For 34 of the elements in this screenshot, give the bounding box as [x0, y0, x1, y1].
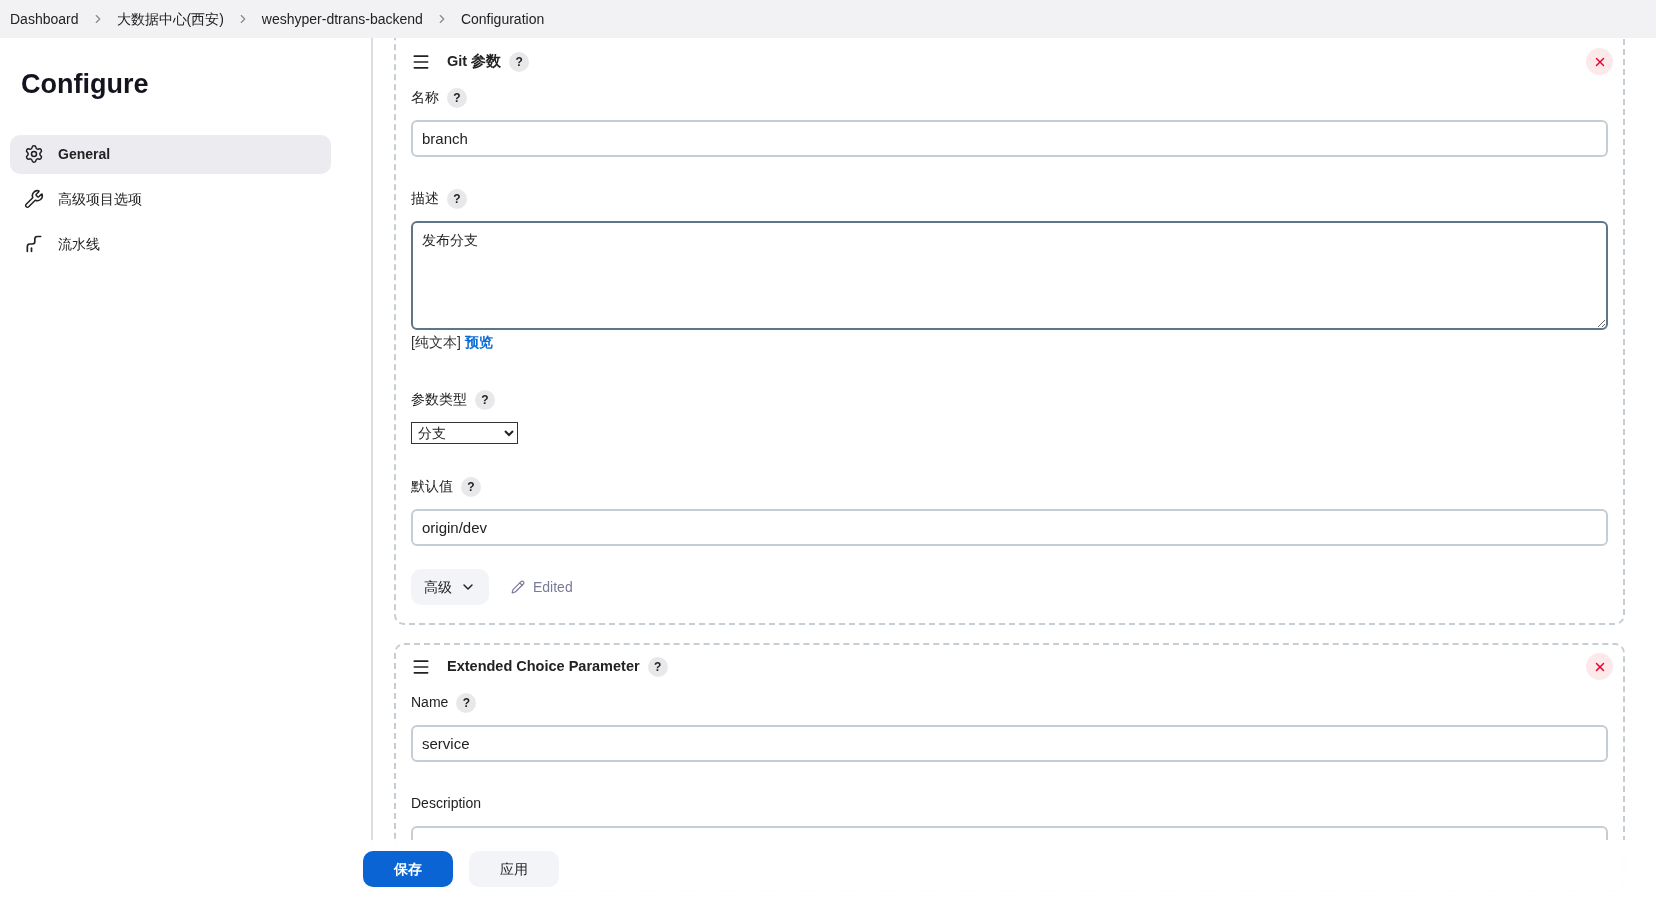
- field-label: 名称: [411, 88, 439, 107]
- field-label: 参数类型: [411, 390, 467, 409]
- save-button[interactable]: 保存: [363, 851, 453, 887]
- help-button[interactable]: ?: [447, 188, 467, 209]
- field-label: 描述: [411, 189, 439, 208]
- breadcrumb-link[interactable]: weshyper-dtrans-backend: [261, 8, 423, 30]
- text-field[interactable]: branch: [411, 120, 1608, 157]
- breadcrumb-link[interactable]: 大数据中心(西安): [116, 8, 224, 30]
- text-field[interactable]: service: [411, 725, 1608, 762]
- apply-button[interactable]: 应用: [469, 851, 559, 887]
- help-button[interactable]: ?: [461, 476, 481, 497]
- preview-link[interactable]: 预览: [464, 332, 493, 353]
- sidebar-item[interactable]: General: [10, 134, 331, 174]
- help-button[interactable]: ?: [647, 656, 668, 677]
- parameter-title: Git 参数: [447, 51, 502, 71]
- advanced-button[interactable]: 高级: [411, 569, 489, 605]
- help-button[interactable]: ?: [509, 51, 530, 72]
- parameter-title: Extended Choice Parameter: [447, 656, 640, 676]
- page-title: Configure: [21, 68, 150, 101]
- field-label: Name: [411, 693, 449, 712]
- help-button[interactable]: ?: [447, 87, 467, 108]
- help-button[interactable]: ?: [456, 692, 477, 713]
- help-button[interactable]: ?: [475, 389, 495, 410]
- sidebar-item[interactable]: 高级项目选项: [10, 179, 331, 219]
- edited-status: Edited: [533, 577, 573, 597]
- sidebar-item[interactable]: 流水线: [10, 224, 331, 264]
- breadcrumb-link[interactable]: Dashboard: [10, 8, 79, 30]
- format-text: [纯文本]: [411, 333, 461, 352]
- field-label: Description: [411, 794, 482, 813]
- type-select[interactable]: 分支: [411, 422, 518, 444]
- breadcrumb-link[interactable]: Configuration: [460, 8, 545, 30]
- field-label: 默认值: [411, 477, 453, 496]
- textarea-field[interactable]: 发布分支: [411, 221, 1608, 330]
- text-field[interactable]: origin/dev: [411, 509, 1608, 546]
